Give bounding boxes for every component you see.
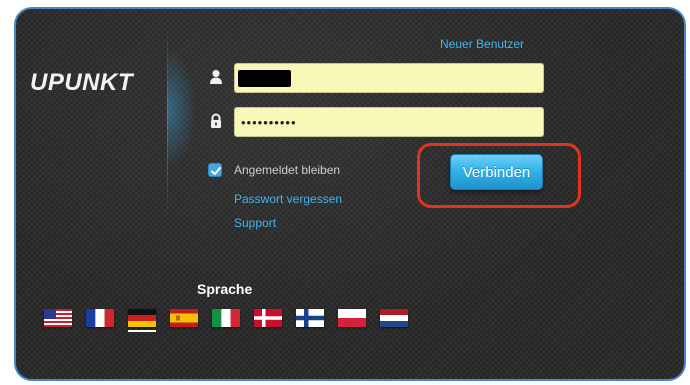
annotation-highlight bbox=[417, 143, 581, 208]
flag-nl-icon[interactable] bbox=[380, 309, 408, 327]
new-user-link[interactable]: Neuer Benutzer bbox=[440, 37, 524, 51]
flag-dk-icon[interactable] bbox=[254, 309, 282, 327]
brand-logo: UPUNKT bbox=[30, 69, 133, 96]
remember-label: Angemeldet bleiben bbox=[234, 163, 341, 177]
redacted-username bbox=[238, 70, 291, 87]
vertical-divider bbox=[167, 27, 168, 219]
checkmark-icon bbox=[211, 167, 221, 175]
login-panel: UPUNKT Neuer Benutzer Angemeldet bleiben… bbox=[14, 7, 686, 381]
flag-de-icon[interactable] bbox=[128, 309, 156, 327]
remember-checkbox[interactable] bbox=[208, 163, 222, 177]
flag-fi-icon[interactable] bbox=[296, 309, 324, 327]
flag-it-icon[interactable] bbox=[212, 309, 240, 327]
selected-language-indicator bbox=[128, 330, 156, 332]
flag-pl-icon[interactable] bbox=[338, 309, 366, 327]
forgot-password-link[interactable]: Passwort vergessen bbox=[234, 192, 342, 206]
language-label: Sprache bbox=[197, 281, 253, 297]
user-icon bbox=[208, 69, 224, 85]
support-link[interactable]: Support bbox=[234, 216, 276, 230]
lock-icon bbox=[208, 113, 224, 129]
flag-fr-icon[interactable] bbox=[86, 309, 114, 327]
flag-es-icon[interactable] bbox=[170, 309, 198, 327]
password-input[interactable] bbox=[234, 107, 544, 137]
divider-glow bbox=[168, 49, 196, 169]
flag-us-icon[interactable] bbox=[44, 309, 72, 327]
